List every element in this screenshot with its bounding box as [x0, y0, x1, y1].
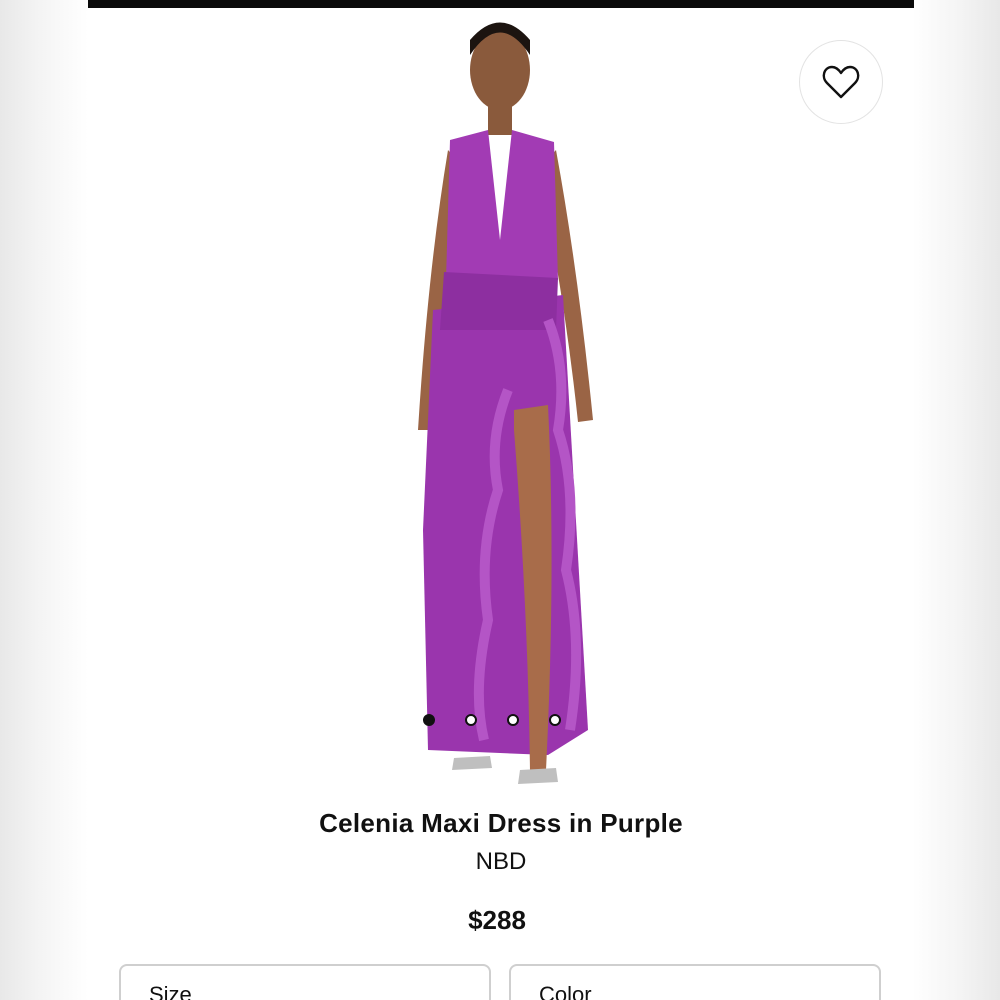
carousel-dot-4[interactable] — [549, 714, 561, 726]
top-bar — [88, 0, 914, 8]
product-brand[interactable]: NBD — [88, 848, 914, 876]
image-carousel-dots — [423, 711, 583, 729]
product-price: $288 — [468, 905, 526, 935]
color-selector-label: Color — [539, 982, 592, 1000]
carousel-dot-1[interactable] — [423, 714, 435, 726]
wishlist-button[interactable] — [799, 40, 883, 124]
product-image[interactable] — [388, 10, 628, 800]
size-selector-label: Size — [149, 982, 192, 1000]
carousel-dot-2[interactable] — [465, 714, 477, 726]
heart-outline-icon — [822, 65, 860, 99]
product-title: Celenia Maxi Dress in Purple — [319, 808, 683, 838]
product-page: Celenia Maxi Dress in Purple NBD $288 Si… — [88, 0, 914, 1000]
carousel-dot-3[interactable] — [507, 714, 519, 726]
color-selector[interactable]: Color — [509, 964, 881, 1000]
size-selector[interactable]: Size — [119, 964, 491, 1000]
